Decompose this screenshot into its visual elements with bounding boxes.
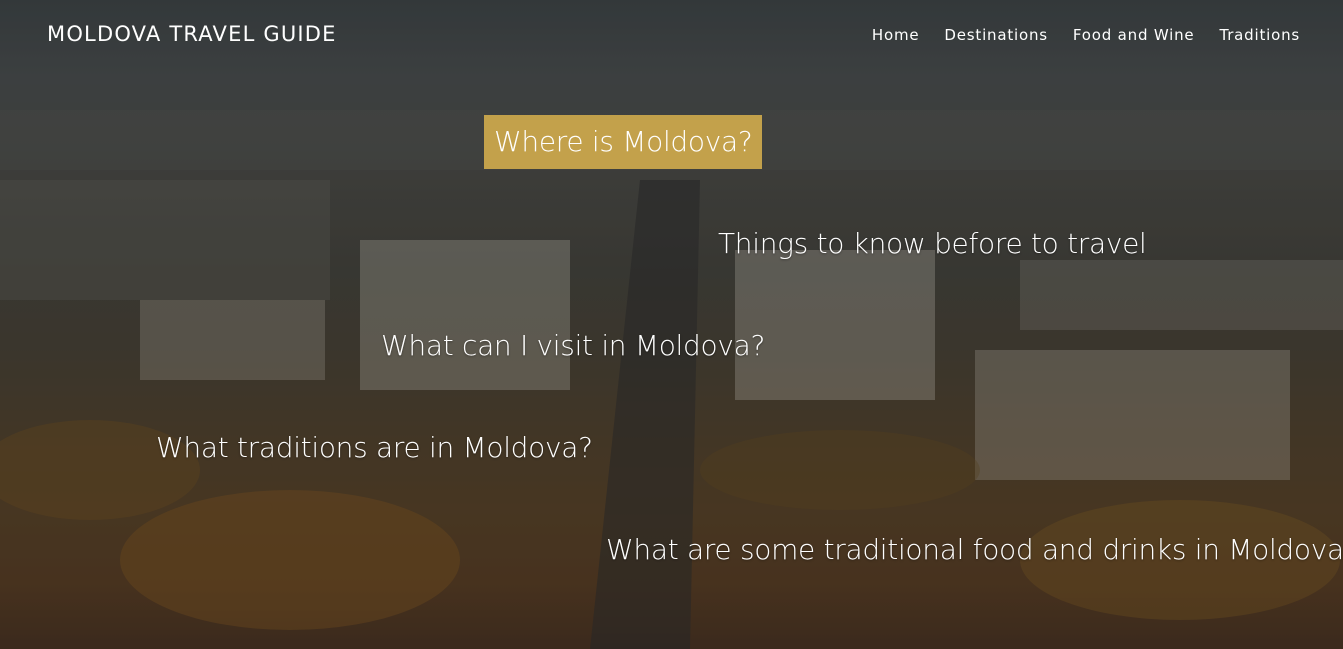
site-brand[interactable]: MOLDOVA TRAVEL GUIDE: [47, 22, 337, 46]
question-food-and-drinks[interactable]: What are some traditional food and drink…: [606, 533, 1343, 566]
hero-background: MOLDOVA TRAVEL GUIDE Home Destinations F…: [0, 0, 1343, 649]
question-things-to-know[interactable]: Things to know before to travel: [718, 227, 1147, 260]
navbar: MOLDOVA TRAVEL GUIDE Home Destinations F…: [0, 0, 1343, 70]
nav-home[interactable]: Home: [872, 26, 920, 44]
nav-links: Home Destinations Food and Wine Traditio…: [872, 26, 1300, 44]
nav-traditions[interactable]: Traditions: [1219, 26, 1300, 44]
question-traditions[interactable]: What traditions are in Moldova?: [156, 431, 593, 464]
question-where-is-moldova[interactable]: Where is Moldova?: [484, 115, 763, 169]
question-what-to-visit[interactable]: What can I visit in Moldova?: [381, 329, 765, 362]
nav-food-and-wine[interactable]: Food and Wine: [1073, 26, 1195, 44]
nav-destinations[interactable]: Destinations: [944, 26, 1048, 44]
